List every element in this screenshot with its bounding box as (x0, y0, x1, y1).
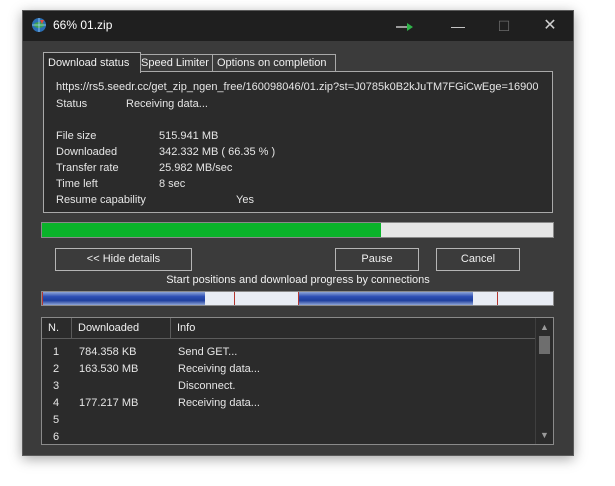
downloaded-label: Downloaded (56, 146, 118, 158)
connection-start-marker (42, 292, 43, 305)
transfer-rate-value: 25.982 MB/sec (159, 162, 233, 174)
hide-details-button[interactable]: << Hide details (55, 248, 192, 271)
cell-number: 5 (53, 414, 60, 426)
connection-segment (299, 292, 473, 305)
time-left-label: Time left (56, 178, 98, 190)
cell-number: 6 (53, 431, 60, 443)
column-header-downloaded[interactable]: Downloaded (72, 318, 171, 338)
download-status-panel: https://rs5.seedr.cc/get_zip_ngen_free/1… (43, 71, 553, 213)
connection-start-marker (298, 292, 299, 305)
table-header: N. Downloaded Info (42, 318, 535, 339)
cell-number: 4 (53, 397, 60, 409)
cell-info: Disconnect. (178, 380, 236, 392)
column-header-number[interactable]: N. (42, 318, 72, 338)
cell-info: Send GET... (178, 346, 238, 358)
file-size-value: 515.941 MB (159, 130, 219, 142)
table-scrollbar[interactable]: ▲ ▼ (535, 318, 553, 444)
tab-options-on-completion[interactable]: Options on completion (212, 54, 336, 72)
file-size-label: File size (56, 130, 97, 142)
scrollbar-thumb[interactable] (539, 336, 550, 354)
table-row[interactable]: 5 (42, 412, 535, 429)
tab-speed-limiter[interactable]: Speed Limiter (136, 54, 216, 72)
app-globe-icon (32, 18, 46, 32)
minimize-button[interactable]: — (435, 11, 481, 41)
table-row[interactable]: 1 784.358 KB Send GET... (42, 344, 535, 361)
connections-label: Start positions and download progress by… (166, 274, 430, 286)
cell-info: Receiving data... (178, 363, 260, 375)
resume-capability-value: Yes (236, 194, 254, 206)
scroll-down-icon[interactable]: ▼ (536, 428, 553, 442)
downloaded-value: 342.332 MB ( 66.35 % ) (159, 146, 276, 158)
column-header-info[interactable]: Info (171, 318, 535, 338)
download-url: https://rs5.seedr.cc/get_zip_ngen_free/1… (56, 81, 538, 93)
time-left-value: 8 sec (159, 178, 186, 190)
download-progress-bar (41, 222, 554, 238)
maximize-button[interactable]: ☐ (481, 11, 527, 41)
tab-download-status[interactable]: Download status (43, 52, 141, 73)
pause-button[interactable]: Pause (335, 248, 419, 271)
cell-number: 2 (53, 363, 60, 375)
connections-progress-bar (41, 291, 554, 306)
connections-table: N. Downloaded Info 1 784.358 KB Send GET… (41, 317, 554, 445)
download-dialog: 66% 01.zip — ☐ ✕ Download status Speed L… (22, 10, 574, 456)
cell-number: 3 (53, 380, 60, 392)
cancel-button[interactable]: Cancel (436, 248, 520, 271)
table-row[interactable]: 3 Disconnect. (42, 378, 535, 395)
cell-downloaded: 163.530 MB (79, 363, 139, 375)
table-row[interactable]: 2 163.530 MB Receiving data... (42, 361, 535, 378)
cell-info: Receiving data... (178, 397, 260, 409)
status-value: Receiving data... (126, 98, 208, 110)
cell-number: 1 (53, 346, 60, 358)
window-title: 66% 01.zip (53, 18, 113, 32)
title-bar[interactable]: 66% 01.zip — ☐ ✕ (23, 11, 573, 41)
close-button[interactable]: ✕ (527, 11, 573, 41)
connection-start-marker (497, 292, 498, 305)
connection-start-marker (234, 292, 235, 305)
status-label: Status (56, 98, 88, 110)
table-row[interactable]: 6 (42, 429, 535, 444)
connection-segment (42, 292, 205, 305)
transfer-rate-label: Transfer rate (56, 162, 119, 174)
scroll-up-icon[interactable]: ▲ (536, 320, 553, 334)
resume-capability-label: Resume capability (56, 194, 146, 206)
table-row[interactable]: 4 177.217 MB Receiving data... (42, 395, 535, 412)
cell-downloaded: 177.217 MB (79, 397, 139, 409)
cell-downloaded: 784.358 KB (79, 346, 137, 358)
network-arrow-icon (396, 23, 413, 31)
progress-fill (42, 223, 382, 237)
